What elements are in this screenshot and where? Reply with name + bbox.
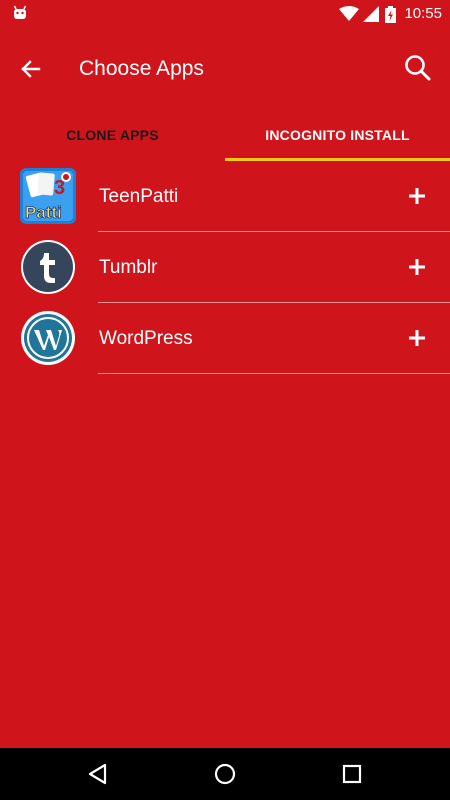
nav-home-button[interactable] — [211, 760, 239, 788]
status-icons: 10:55 — [339, 4, 442, 24]
tab-incognito-install[interactable]: INCOGNITO INSTALL — [225, 108, 450, 161]
plus-icon — [409, 259, 425, 275]
status-bar: 10:55 — [0, 0, 450, 28]
add-button[interactable] — [404, 254, 430, 280]
list-item-tumblr[interactable]: Tumblr — [0, 232, 450, 303]
tumblr-icon — [21, 240, 75, 294]
nav-back-button[interactable] — [84, 760, 112, 788]
back-triangle-icon — [88, 763, 107, 785]
wordpress-icon — [21, 311, 75, 365]
battery-charging-icon — [385, 5, 397, 23]
back-button[interactable] — [14, 52, 48, 86]
search-button[interactable] — [400, 50, 436, 86]
home-circle-icon — [214, 763, 236, 785]
search-icon — [405, 55, 431, 81]
status-time: 10:55 — [404, 5, 442, 22]
arrow-back-icon — [21, 60, 41, 78]
teenpatti-icon: 3 Patti — [20, 168, 76, 224]
android-icon — [13, 5, 27, 19]
svg-text:Patti: Patti — [25, 203, 62, 222]
list-item-wordpress[interactable]: WordPress — [0, 303, 450, 374]
app-name: WordPress — [99, 328, 193, 349]
list-item-teenpatti[interactable]: 3 Patti TeenPatti — [0, 161, 450, 232]
app-name: Tumblr — [99, 257, 158, 278]
tab-clone-apps[interactable]: CLONE APPS — [0, 108, 225, 161]
add-button[interactable] — [404, 183, 430, 209]
plus-icon — [409, 330, 425, 346]
plus-icon — [409, 188, 425, 204]
cell-signal-icon — [363, 6, 380, 22]
app-bar: Choose Apps — [0, 28, 450, 108]
tab-bar: CLONE APPS INCOGNITO INSTALL — [0, 108, 450, 161]
system-nav-bar — [0, 748, 450, 800]
app-name: TeenPatti — [99, 186, 179, 207]
add-button[interactable] — [404, 325, 430, 351]
divider — [98, 373, 450, 374]
recents-square-icon — [342, 764, 362, 784]
wifi-icon — [339, 6, 360, 21]
page-title: Choose Apps — [79, 57, 204, 80]
nav-recents-button[interactable] — [338, 760, 366, 788]
